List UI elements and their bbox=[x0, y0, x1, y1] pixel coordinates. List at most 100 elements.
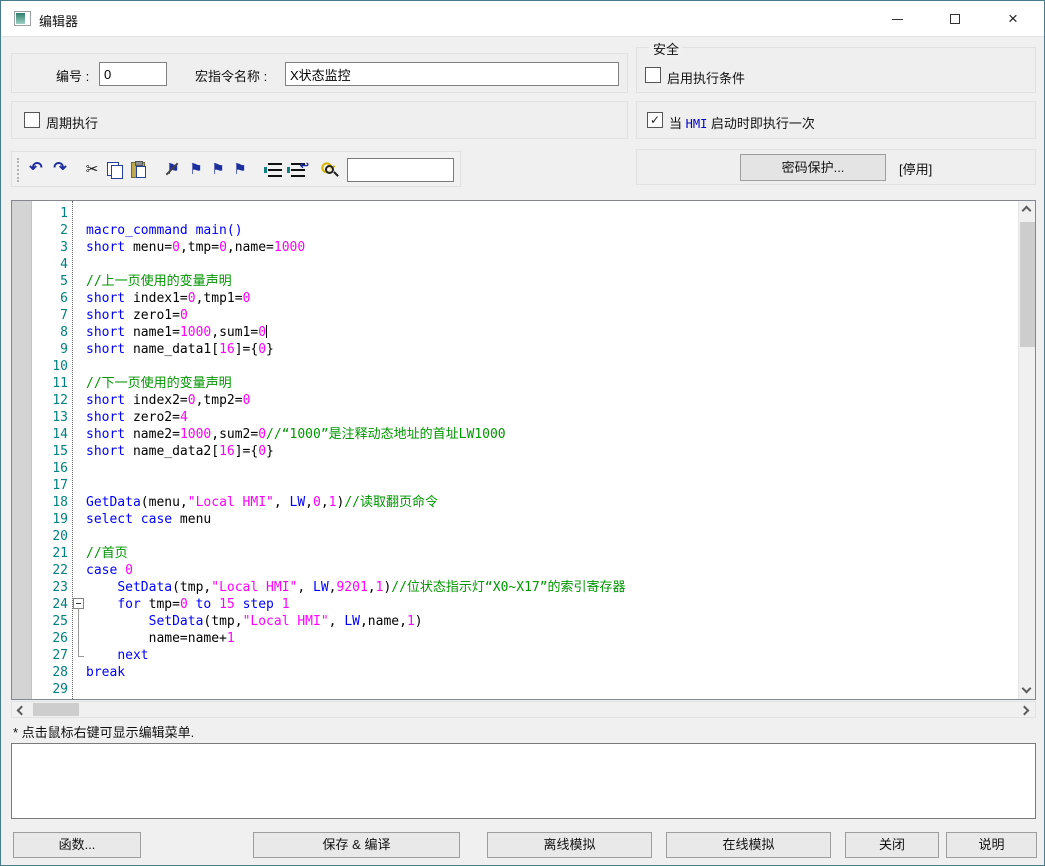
code-line: break bbox=[86, 664, 1015, 681]
code-line: SetData(tmp,"Local HMI", LW,9201,1)//位状态… bbox=[86, 579, 1015, 596]
code-line: //首页 bbox=[86, 545, 1015, 562]
copy-icon bbox=[107, 162, 122, 178]
undo-button[interactable]: ↶ bbox=[26, 159, 46, 181]
code-line bbox=[86, 256, 1015, 273]
outdent-button[interactable]: ↩ bbox=[288, 159, 308, 181]
fold-bracket-foot bbox=[78, 656, 84, 657]
redo-icon: ↷ bbox=[53, 160, 66, 177]
fold-collapse-box[interactable] bbox=[73, 598, 84, 609]
security-group-label: 安全 bbox=[649, 39, 683, 58]
previous-bookmark-icon: ⚑ bbox=[211, 159, 224, 181]
indent-list-icon bbox=[268, 163, 282, 177]
outdent-list-icon: ↩ bbox=[291, 163, 305, 177]
code-line: short name2=1000,sum2=0//“1000”是注释动态地址的首… bbox=[86, 426, 1015, 443]
code-line: //上一页使用的变量声明 bbox=[86, 273, 1015, 290]
vertical-scroll-thumb[interactable] bbox=[1020, 222, 1035, 347]
code-editor[interactable]: 1234567891011121314151617181920212223242… bbox=[11, 200, 1036, 700]
code-line: //下一页使用的变量声明 bbox=[86, 375, 1015, 392]
editor-toolbar: ↶ ↷ ✂ ⚑ ⚑ ⚑ ⚑ ↩ ⟳ bbox=[11, 151, 461, 187]
code-line: short menu=0,tmp=0,name=1000 bbox=[86, 239, 1015, 256]
line-numbers: 1234567891011121314151617181920212223242… bbox=[32, 205, 70, 700]
toolbar-grip[interactable] bbox=[17, 158, 19, 182]
cut-icon: ✂ bbox=[86, 161, 99, 178]
macro-name-label: 宏指令名称 : bbox=[195, 66, 267, 85]
code-line: name=name+1 bbox=[86, 630, 1015, 647]
periodic-panel: 周期执行 bbox=[11, 101, 628, 139]
cut-button[interactable]: ✂ bbox=[82, 159, 102, 181]
code-line bbox=[86, 477, 1015, 494]
macro-name-input[interactable] bbox=[285, 62, 619, 86]
online-simulation-button[interactable]: 在线模拟 bbox=[666, 832, 831, 858]
code-area[interactable]: macro_command main()short menu=0,tmp=0,n… bbox=[86, 205, 1015, 700]
app-icon bbox=[14, 11, 31, 26]
scroll-right-button[interactable] bbox=[1018, 702, 1035, 717]
startup-checkbox[interactable]: ✓ bbox=[647, 112, 663, 128]
clear-bookmarks-icon: ⚑ bbox=[233, 159, 246, 181]
macro-id-label: 编号 : bbox=[56, 66, 89, 85]
code-line: SetData(tmp,"Local HMI", LW,name,1) bbox=[86, 613, 1015, 630]
code-line: short name_data1[16]={0} bbox=[86, 341, 1015, 358]
gutter-separator bbox=[72, 201, 73, 699]
vertical-scrollbar[interactable] bbox=[1018, 201, 1035, 699]
code-line: short zero2=4 bbox=[86, 409, 1015, 426]
editor-window: 编辑器 × 编号 : 宏指令名称 : 周期执行 安全 启用执行条件 ✓ 当 HM… bbox=[0, 0, 1045, 866]
output-area[interactable] bbox=[11, 743, 1036, 819]
save-compile-button[interactable]: 保存 & 编译 bbox=[253, 832, 460, 858]
code-line bbox=[86, 681, 1015, 698]
indent-button[interactable] bbox=[265, 159, 285, 181]
undo-icon: ↶ bbox=[29, 160, 42, 177]
code-line: case 0 bbox=[86, 562, 1015, 579]
hmi-text: HMI bbox=[686, 117, 708, 131]
redo-button[interactable]: ↷ bbox=[50, 159, 70, 181]
close-button[interactable]: × bbox=[984, 1, 1042, 36]
minimize-button[interactable] bbox=[868, 1, 926, 36]
password-protect-button[interactable]: 密码保护... bbox=[740, 154, 886, 181]
enable-condition-checkbox[interactable] bbox=[645, 67, 661, 83]
clear-bookmarks-button[interactable]: ⚑ bbox=[230, 159, 250, 181]
next-bookmark-button[interactable]: ⚑ bbox=[186, 159, 206, 181]
paste-button[interactable] bbox=[128, 159, 148, 181]
code-line bbox=[86, 460, 1015, 477]
text-caret bbox=[266, 325, 267, 338]
code-line: short index1=0,tmp1=0 bbox=[86, 290, 1015, 307]
fold-bracket-line bbox=[78, 609, 79, 656]
scroll-left-button[interactable] bbox=[12, 702, 29, 717]
copy-button[interactable] bbox=[104, 159, 124, 181]
code-line bbox=[86, 205, 1015, 222]
close-dialog-button[interactable]: 关闭 bbox=[845, 832, 939, 858]
password-panel: 密码保护... [停用] bbox=[636, 149, 1036, 185]
previous-bookmark-button[interactable]: ⚑ bbox=[208, 159, 228, 181]
paste-icon bbox=[131, 162, 145, 178]
offline-simulation-button[interactable]: 离线模拟 bbox=[487, 832, 652, 858]
help-button[interactable]: 说明 bbox=[946, 832, 1037, 858]
toggle-bookmark-button[interactable]: ⚑ bbox=[163, 159, 183, 181]
code-line: short zero1=0 bbox=[86, 307, 1015, 324]
window-title: 编辑器 bbox=[39, 11, 78, 30]
startup-label: 当 HMI 启动时即执行一次 bbox=[669, 113, 815, 132]
find-button[interactable]: ⟳ bbox=[320, 159, 340, 181]
code-line: next bbox=[86, 647, 1015, 664]
scroll-down-button[interactable] bbox=[1019, 682, 1036, 699]
find-icon: ⟳ bbox=[321, 161, 339, 179]
scroll-up-button[interactable] bbox=[1019, 201, 1036, 218]
code-line bbox=[86, 358, 1015, 375]
maximize-button[interactable] bbox=[926, 1, 984, 36]
code-line: macro_command main() bbox=[86, 222, 1015, 239]
hint-text: * 点击鼠标右键可显示编辑菜单. bbox=[13, 722, 194, 741]
code-line: short name_data2[16]={0} bbox=[86, 443, 1015, 460]
macro-id-input[interactable] bbox=[99, 62, 167, 86]
code-line: for tmp=0 to 15 step 1 bbox=[86, 596, 1015, 613]
security-panel: 安全 启用执行条件 bbox=[636, 47, 1036, 93]
editor-margin bbox=[12, 201, 32, 699]
functions-button[interactable]: 函数... bbox=[13, 832, 141, 858]
toolbar-search-input[interactable] bbox=[347, 158, 454, 182]
periodic-checkbox[interactable] bbox=[24, 112, 40, 128]
startup-panel: ✓ 当 HMI 启动时即执行一次 bbox=[636, 101, 1036, 139]
horizontal-scroll-thumb[interactable] bbox=[33, 703, 79, 716]
password-status: [停用] bbox=[899, 159, 932, 178]
horizontal-scrollbar[interactable] bbox=[11, 701, 1036, 718]
header-panel: 编号 : 宏指令名称 : bbox=[11, 53, 628, 93]
code-line: //上一页 bbox=[86, 698, 1015, 700]
code-line: short index2=0,tmp2=0 bbox=[86, 392, 1015, 409]
code-line bbox=[86, 528, 1015, 545]
